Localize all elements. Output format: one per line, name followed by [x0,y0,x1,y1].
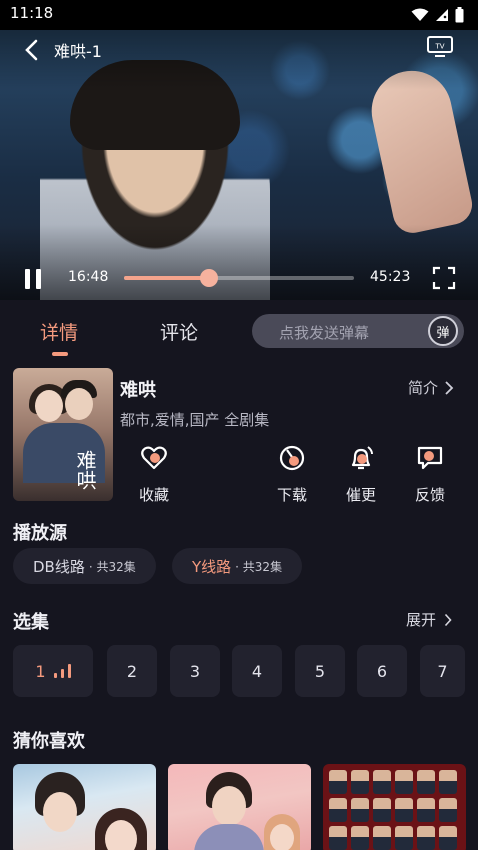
video-overlay [0,30,478,300]
download-button[interactable]: 下载 [262,444,322,505]
episode-number: 1 [35,661,46,681]
bell-icon [351,446,373,470]
recommend-card[interactable] [168,764,311,850]
expand-episodes-button[interactable]: 展开 [406,609,452,630]
battery-icon [455,7,464,23]
show-poster: 难哄 [13,368,113,501]
episodes-title: 选集 [13,612,49,633]
episode-2-button[interactable]: 2 [107,645,157,697]
pause-icon-bar [25,269,30,289]
progress-thumb[interactable] [200,269,219,287]
source-db[interactable]: DB线路 · 共32集 [13,548,156,584]
episode-7-button[interactable]: 7 [420,645,465,697]
expand-label: 展开 [406,611,437,629]
svg-text:TV: TV [434,43,444,51]
total-time: 45:23 [370,269,411,285]
card-face [212,786,246,826]
tv-icon: TV [427,36,453,57]
danmaku-input[interactable]: 点我发送弹幕 弹 [252,314,464,348]
poster-face [65,388,93,420]
card-face [329,770,347,794]
card-face [373,770,391,794]
current-time: 16:48 [68,269,109,285]
card-face [351,770,369,794]
poster-face [35,390,63,422]
recommend-card[interactable] [323,764,466,850]
favorite-button[interactable]: 收藏 [124,444,184,505]
card-face [329,798,347,822]
card-face [395,770,413,794]
episode-4-button[interactable]: 4 [232,645,282,697]
source-name: DB线路 [33,557,85,576]
source-name: Y线路 [192,557,232,576]
danmaku-placeholder: 点我发送弹幕 [279,324,370,342]
poster-title-text: 难哄 [73,450,97,490]
tab-indicator [52,352,68,356]
tab-details[interactable]: 详情 [40,318,78,345]
signal-icon [436,9,448,21]
danmaku-toggle-icon[interactable]: 弹 [428,316,458,346]
urge-update-label: 催更 [345,486,376,504]
feedback-label: 反馈 [414,486,445,504]
video-title: 难哄-1 [54,42,102,61]
source-count: · 共32集 [88,559,136,574]
episode-6-button[interactable]: 6 [357,645,407,697]
card-face [395,826,413,850]
status-icons [411,7,464,23]
playing-indicator-icon [53,664,71,678]
download-icon [279,445,305,471]
pause-icon-bar [36,269,41,289]
source-count: · 共32集 [235,559,283,574]
heart-icon [141,446,167,470]
chevron-right-icon [445,380,454,395]
status-time: 11:18 [10,4,54,22]
card-face [105,820,137,850]
feedback-button[interactable]: 反馈 [400,444,460,505]
card-face [417,826,435,850]
card-face [439,770,457,794]
card-face [395,798,413,822]
chevron-left-icon [25,39,38,61]
video-player[interactable]: 难哄-1 TV 16:48 45:23 [0,30,478,300]
card-face [373,826,391,850]
episode-5-button[interactable]: 5 [295,645,345,697]
intro-label: 简介 [408,379,439,397]
show-title: 难哄 [120,380,156,401]
urge-update-button[interactable]: 催更 [331,444,391,505]
card-face [351,798,369,822]
tab-comments[interactable]: 评论 [160,318,198,345]
source-y[interactable]: Y线路 · 共32集 [172,548,303,584]
status-bar: 11:18 [0,0,478,30]
wifi-icon [411,8,429,21]
feedback-icon [417,446,443,470]
episode-1-button[interactable]: 1 [13,645,93,697]
cast-tv-button[interactable]: TV [426,34,456,62]
recommend-card[interactable] [13,764,156,850]
card-face [439,798,457,822]
pause-button[interactable] [20,266,46,292]
recommend-title: 猜你喜欢 [13,731,85,752]
card-face [373,798,391,822]
favorite-label: 收藏 [138,486,169,504]
show-tags: 都市,爱情,国产 全剧集 [120,411,270,429]
card-clothes [194,824,264,850]
fullscreen-button[interactable] [432,266,456,290]
card-face [43,792,77,832]
detail-tabs: 详情 评论 点我发送弹幕 弹 [0,304,478,356]
fullscreen-icon [432,266,456,290]
download-label: 下载 [276,486,307,504]
sources-title: 播放源 [13,523,67,544]
episode-3-button[interactable]: 3 [170,645,220,697]
card-face [270,824,294,850]
chevron-right-icon [444,613,452,626]
card-face [329,826,347,850]
card-face [439,826,457,850]
card-face [351,826,369,850]
back-button[interactable] [18,36,46,64]
card-face [417,770,435,794]
progress-bar[interactable] [124,269,354,287]
progress-fill [124,276,210,280]
intro-button[interactable]: 简介 [408,377,454,398]
card-face [417,798,435,822]
